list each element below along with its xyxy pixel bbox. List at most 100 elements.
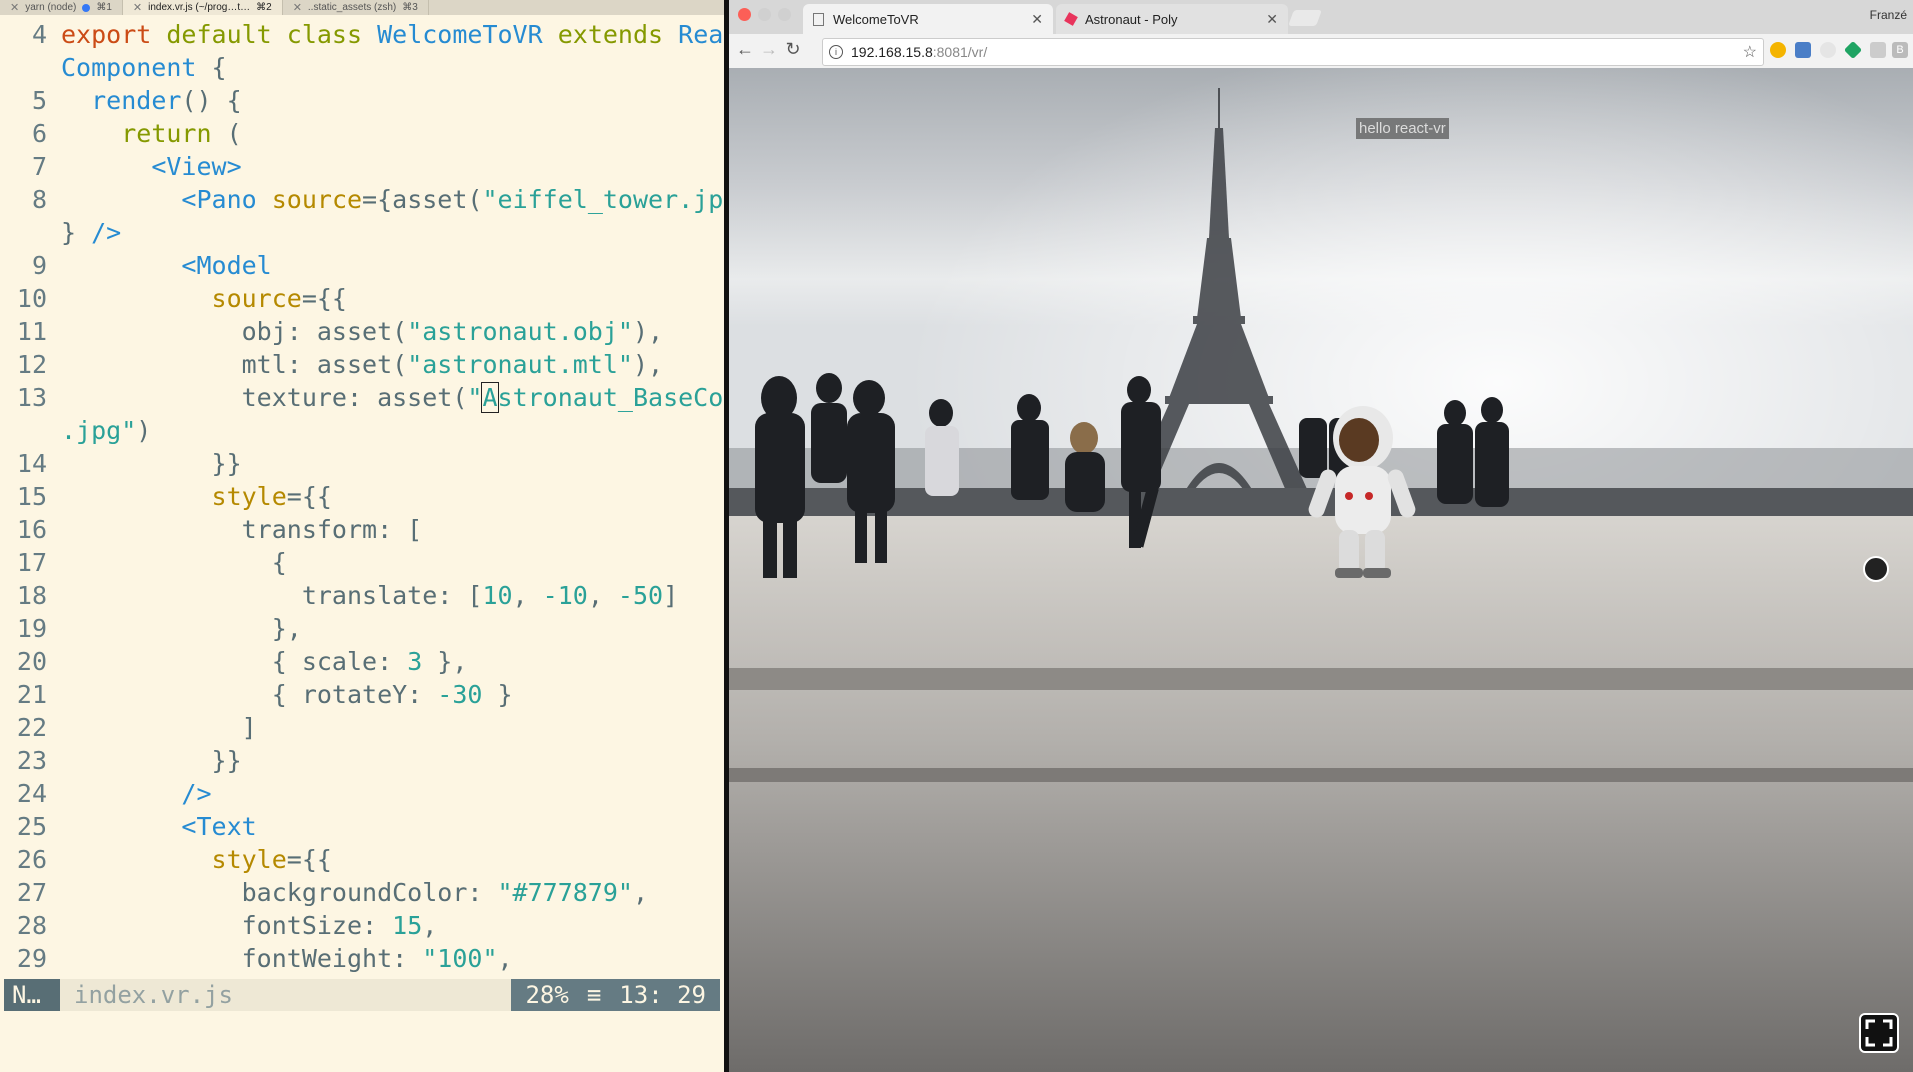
close-icon[interactable]: ✕ xyxy=(1266,11,1278,28)
code-token: -10 xyxy=(542,581,588,610)
line-number xyxy=(0,216,61,249)
bookmark-star-icon[interactable]: ☆ xyxy=(1743,42,1757,62)
vim-filename: index.vr.js xyxy=(74,981,233,1009)
extension-emoji-icon[interactable] xyxy=(1770,42,1786,58)
code-line[interactable]: .jpg") xyxy=(0,414,724,447)
new-tab-button[interactable] xyxy=(1288,10,1322,26)
window-minimize-icon[interactable] xyxy=(758,8,771,21)
pano-scene xyxy=(729,68,1913,1072)
code-line[interactable]: 27 backgroundColor: "#777879", xyxy=(0,876,724,909)
code-line[interactable]: 16 transform: [ xyxy=(0,513,724,546)
address-bar[interactable]: i 192.168.15.8:8081/vr/ ☆ xyxy=(822,38,1764,66)
code-line[interactable]: 17 { xyxy=(0,546,724,579)
terminal-tab-bar: ✕ yarn (node) ⌘1 ✕ index.vr.js (~/prog…t… xyxy=(0,0,724,15)
forward-arrow-icon[interactable]: → xyxy=(757,39,781,60)
close-icon[interactable]: ✕ xyxy=(293,1,302,14)
line-number: 17 xyxy=(16,548,47,577)
code-token: <View> xyxy=(151,152,242,181)
back-arrow-icon[interactable]: ← xyxy=(733,39,757,60)
line-number: 6 xyxy=(31,119,47,148)
code-token: style xyxy=(211,845,287,874)
extension-grid-icon[interactable] xyxy=(1870,42,1886,58)
close-icon[interactable]: ✕ xyxy=(1031,11,1043,28)
code-editor[interactable]: 4 export default class WelcomeToVR extend… xyxy=(0,18,724,975)
close-icon[interactable]: ✕ xyxy=(133,1,142,14)
browser-tab-welcometovr[interactable]: WelcomeToVR ✕ xyxy=(803,4,1053,34)
code-token: } xyxy=(482,680,513,709)
terminal-tab-static-assets[interactable]: ✕ ..static_assets (zsh) ⌘3 xyxy=(283,0,429,15)
vr-viewport[interactable]: hello react-vr xyxy=(729,68,1913,1072)
code-line[interactable]: 26 style={{ xyxy=(0,843,724,876)
line-number: 27 xyxy=(16,878,47,907)
terminal-tab-shortcut: ⌘1 xyxy=(96,2,112,13)
code-text: <Text xyxy=(61,810,256,843)
code-line[interactable]: } /> xyxy=(0,216,724,249)
code-text: /> xyxy=(61,777,211,810)
code-token: source xyxy=(211,284,302,313)
extension-eyedropper-icon[interactable] xyxy=(1795,42,1811,58)
code-token: { xyxy=(211,53,227,82)
code-line[interactable]: 13 texture: asset("Astronaut_BaseColor xyxy=(0,381,724,414)
code-line[interactable]: Component { xyxy=(0,51,724,84)
code-line[interactable]: 10 source={{ xyxy=(0,282,724,315)
profile-name[interactable]: Franzé xyxy=(1870,8,1907,22)
code-line[interactable]: 12 mtl: asset("astronaut.mtl"), xyxy=(0,348,724,381)
terminal-tab-yarn[interactable]: ✕ yarn (node) ⌘1 xyxy=(0,0,123,15)
line-number: 21 xyxy=(16,680,47,709)
code-line[interactable]: 9 <Model xyxy=(0,249,724,282)
info-icon[interactable]: i xyxy=(829,45,843,59)
terminal-tab-index-vr[interactable]: ✕ index.vr.js (~/prog…t… ⌘2 xyxy=(122,0,283,15)
code-line[interactable]: 21 { rotateY: -30 } xyxy=(0,678,724,711)
code-line[interactable]: 6 return ( xyxy=(0,117,724,150)
code-text: <View> xyxy=(61,150,242,183)
code-text: fontWeight: "100", xyxy=(61,942,513,975)
code-token: export xyxy=(61,20,167,49)
terminal-tab-shortcut: ⌘2 xyxy=(256,2,272,13)
code-line[interactable]: 28 fontSize: 15, xyxy=(0,909,724,942)
code-token: 10 xyxy=(482,581,513,610)
extension-cloud-icon[interactable] xyxy=(1820,42,1836,58)
google-drive-icon[interactable] xyxy=(1843,40,1863,60)
pavement-band xyxy=(729,768,1913,782)
window-close-icon[interactable] xyxy=(738,8,751,21)
code-line[interactable]: 14 }} xyxy=(0,447,724,480)
vim-menu-icon: ≡ xyxy=(586,981,602,1009)
reload-icon[interactable]: ↻ xyxy=(781,39,805,60)
code-line[interactable]: 4 export default class WelcomeToVR extend… xyxy=(0,18,724,51)
code-token: " xyxy=(467,383,483,412)
close-icon[interactable]: ✕ xyxy=(10,1,19,14)
line-number: 26 xyxy=(16,845,47,874)
code-line[interactable]: 5 render() { xyxy=(0,84,724,117)
code-line[interactable]: 18 translate: [10, -10, -50] xyxy=(0,579,724,612)
code-line[interactable]: 22 ] xyxy=(0,711,724,744)
code-token: default xyxy=(166,20,287,49)
code-token: ={{ xyxy=(286,845,332,874)
code-line[interactable]: 15 style={{ xyxy=(0,480,724,513)
code-text: source={{ xyxy=(61,282,347,315)
code-text: fontSize: 15, xyxy=(61,909,438,942)
code-token: ={{ xyxy=(301,284,347,313)
browser-tab-astronaut-poly[interactable]: Astronaut - Poly ✕ xyxy=(1056,4,1288,34)
window-zoom-icon[interactable] xyxy=(778,8,791,21)
code-line[interactable]: 11 obj: asset("astronaut.obj"), xyxy=(0,315,724,348)
extension-b-icon[interactable]: B xyxy=(1892,42,1908,58)
code-line[interactable]: 7 <View> xyxy=(0,150,724,183)
code-line[interactable]: 20 { scale: 3 }, xyxy=(0,645,724,678)
code-text: } /> xyxy=(61,216,121,249)
code-line[interactable]: 8 <Pano source={asset("eiffel_tower.jpg"… xyxy=(0,183,724,216)
code-line[interactable]: 19 }, xyxy=(0,612,724,645)
terminal-tab-label: index.vr.js (~/prog…t… xyxy=(148,2,251,13)
code-token: ] xyxy=(61,713,257,742)
gaze-cursor-icon[interactable] xyxy=(1863,556,1889,582)
line-number: 13 xyxy=(16,383,47,412)
code-line[interactable]: 24 /> xyxy=(0,777,724,810)
code-line[interactable]: 25 <Text xyxy=(0,810,724,843)
code-token: , xyxy=(587,581,618,610)
code-line[interactable]: 23 }} xyxy=(0,744,724,777)
code-token: Component xyxy=(61,53,212,82)
code-line[interactable]: 29 fontWeight: "100", xyxy=(0,942,724,975)
code-token: { xyxy=(61,548,287,577)
fullscreen-button[interactable] xyxy=(1859,1013,1899,1053)
poly-logo-icon xyxy=(1064,12,1078,26)
